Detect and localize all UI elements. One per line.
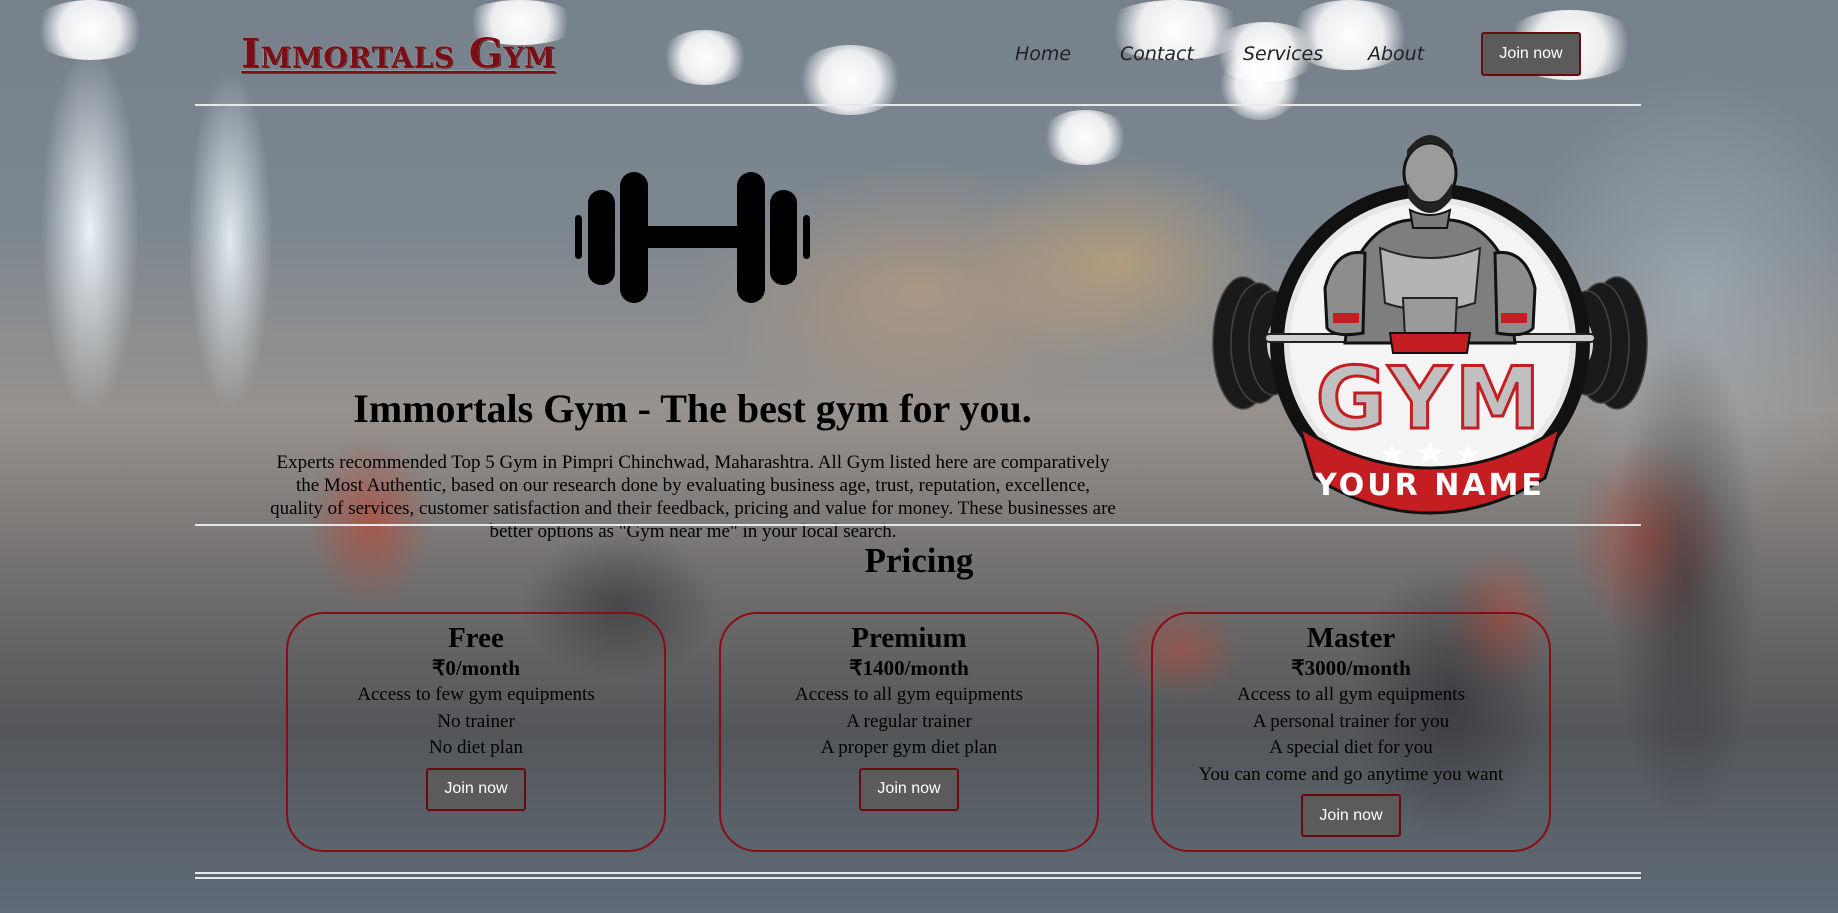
gym-logo-image: GYM YOUR NAME — [1212, 135, 1648, 515]
logo-tagline: YOUR NAME — [1314, 468, 1545, 503]
nav-home[interactable]: Home — [1015, 43, 1071, 65]
plan-feature: No trainer — [437, 710, 515, 732]
nav-about[interactable]: About — [1368, 43, 1424, 65]
footer-divider-top — [195, 872, 1641, 874]
pricing-card-master: Master ₹3000/month Access to all gym equ… — [1151, 612, 1551, 852]
plan-feature: Access to few gym equipments — [357, 684, 595, 705]
section-divider — [195, 524, 1641, 526]
plan-name: Premium — [851, 622, 967, 654]
premium-join-button[interactable]: Join now — [859, 767, 959, 811]
nav-services[interactable]: Services — [1243, 43, 1323, 65]
plan-feature: Access to all gym equipments — [795, 684, 1023, 705]
plan-feature: A special diet for you — [1269, 737, 1433, 758]
plan-feature: A proper gym diet plan — [820, 737, 998, 758]
free-join-button[interactable]: Join now — [426, 767, 526, 811]
plan-name: Master — [1306, 622, 1396, 654]
brand-logo-text[interactable]: Immortals Gym — [241, 30, 555, 77]
dumbbell-icon — [575, 172, 810, 303]
plan-feature: Access to all gym equipments — [1237, 684, 1465, 705]
logo-word: GYM — [1316, 349, 1545, 449]
pricing-title: Pricing — [864, 541, 974, 580]
pricing-card-free: Free ₹0/month Access to few gym equipmen… — [286, 612, 666, 852]
header-divider — [195, 104, 1641, 106]
plan-price: ₹0/month — [431, 656, 521, 680]
plan-price: ₹3000/month — [1291, 656, 1411, 680]
header-join-button[interactable]: Join now — [1481, 32, 1581, 76]
plan-name: Free — [448, 622, 504, 654]
hero-title: Immortals Gym - The best gym for you. — [353, 386, 1032, 431]
plan-feature: A personal trainer for you — [1252, 710, 1450, 732]
hero-description: Experts recommended Top 5 Gym in Pimpri … — [270, 452, 1116, 542]
plan-price: ₹1400/month — [849, 656, 969, 680]
nav-contact[interactable]: Contact — [1120, 43, 1194, 65]
master-join-button[interactable]: Join now — [1301, 794, 1401, 837]
plan-feature: No diet plan — [429, 737, 523, 758]
footer-divider-bottom — [195, 877, 1641, 879]
plan-feature: A regular trainer — [846, 710, 972, 732]
pricing-card-premium: Premium ₹1400/month Access to all gym eq… — [719, 612, 1099, 852]
plan-feature: You can come and go anytime you want — [1198, 763, 1504, 785]
